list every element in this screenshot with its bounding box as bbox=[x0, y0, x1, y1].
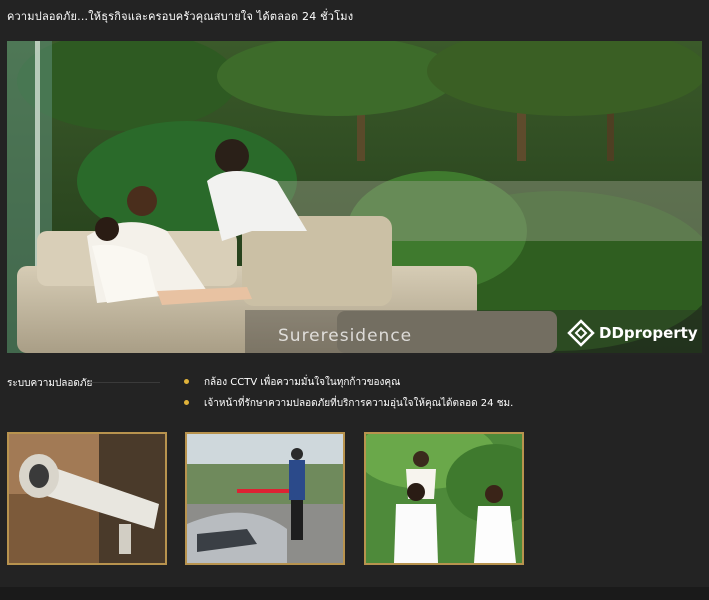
hero-caption: Sureresidence bbox=[278, 326, 413, 346]
family-image[interactable] bbox=[364, 432, 524, 565]
logo-text: DDproperty bbox=[599, 324, 698, 342]
feature-list: กล้อง CCTV เพื่อความมั่นใจในทุกก้าวของคุ… bbox=[184, 376, 513, 418]
list-item: เจ้าหน้าที่รักษาความปลอดภัยที่บริการความ… bbox=[184, 397, 513, 418]
ddproperty-logo-icon bbox=[567, 319, 595, 347]
list-item: กล้อง CCTV เพื่อความมั่นใจในทุกก้าวของคุ… bbox=[184, 376, 513, 397]
ddproperty-logo[interactable]: DDproperty bbox=[567, 319, 698, 347]
page-title: ความปลอดภัย...ให้ธุรกิจและครอบครัวคุณสบา… bbox=[7, 10, 354, 23]
feature-text: เจ้าหน้าที่รักษาความปลอดภัยที่บริการความ… bbox=[204, 398, 514, 409]
footer-bar bbox=[0, 587, 709, 600]
cctv-camera-image[interactable] bbox=[7, 432, 167, 565]
section-divider bbox=[88, 382, 160, 383]
bullet-icon bbox=[184, 400, 189, 405]
bullet-icon bbox=[184, 379, 189, 384]
hero-image bbox=[7, 41, 702, 353]
feature-text: กล้อง CCTV เพื่อความมั่นใจในทุกก้าวของคุ… bbox=[204, 377, 401, 388]
section-title: ระบบความปลอดภัย bbox=[7, 378, 93, 389]
security-guard-image[interactable] bbox=[185, 432, 345, 565]
